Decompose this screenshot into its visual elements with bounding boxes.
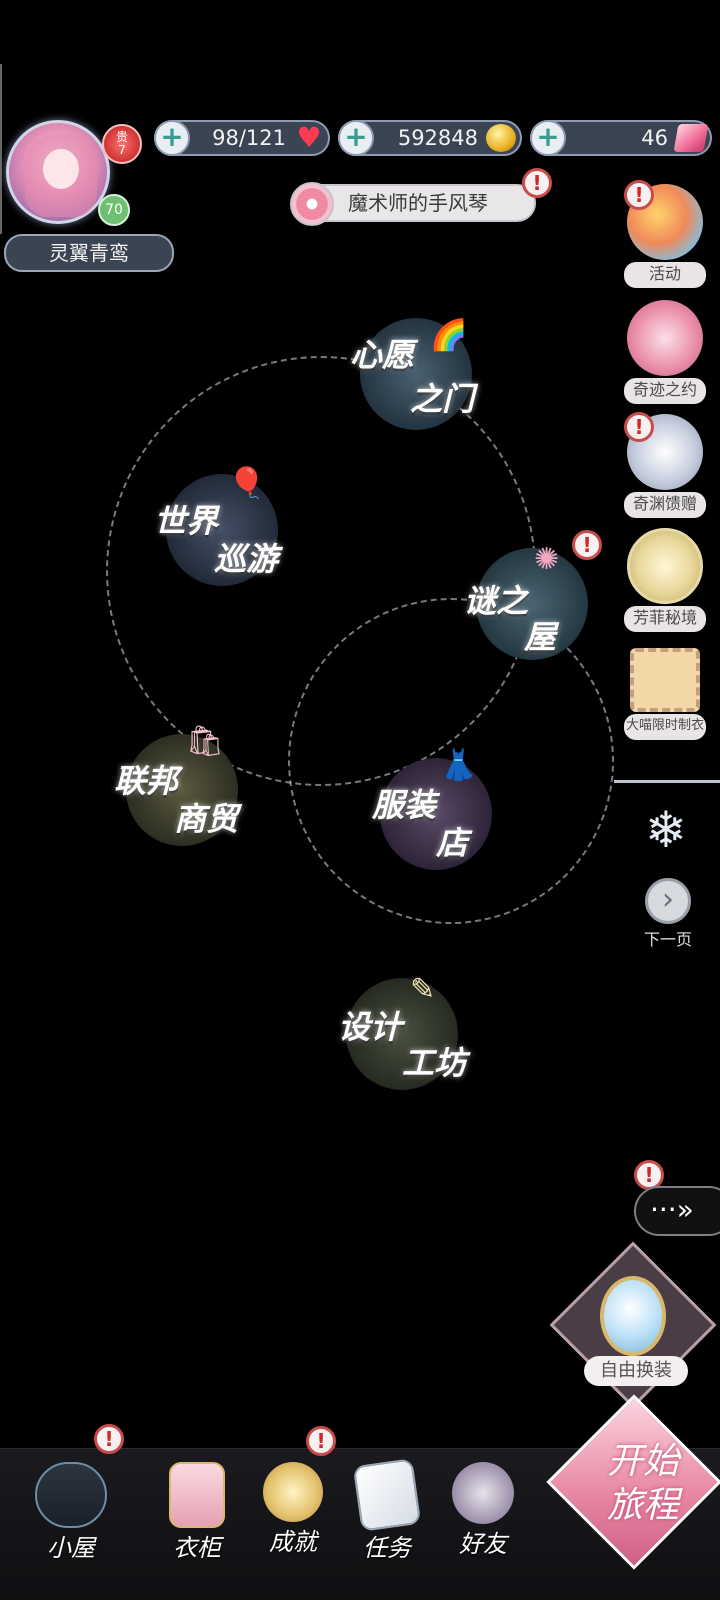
next-page-button[interactable]: › 下一页 [638, 878, 698, 950]
stamina-bar: + 98/121 ♥ [154, 120, 330, 156]
map-node-subtitle: 巡游 [214, 540, 279, 578]
vip-badge-level: 7 [118, 143, 126, 157]
bicycle-icon [35, 1462, 107, 1528]
add-stamina-button[interactable]: + [154, 120, 190, 156]
girl-portrait-icon [627, 300, 703, 376]
map-node-title: 联邦 [114, 762, 179, 800]
map-node-subtitle: 店 [436, 824, 469, 862]
music-player-bar[interactable]: 魔术师的手风琴 [290, 182, 536, 226]
song-title: 魔术师的手风琴 [348, 191, 488, 215]
map-node-mystery-house[interactable]: ✺ 谜之 屋 [464, 542, 588, 660]
cabin-alert-icon: ! [94, 1424, 124, 1454]
side-item-label: 活动 [624, 262, 706, 288]
map-node-title: 设计 [338, 1008, 403, 1046]
coins-value: 592848 [397, 126, 478, 150]
nav-item-label: 小屋 [47, 1534, 95, 1562]
dress-icon: 👗 [440, 748, 478, 783]
side-item-fragrant-realm[interactable]: 芳菲秘境 [622, 528, 708, 632]
next-page-label: 下一页 [643, 930, 692, 949]
nav-item-wardrobe[interactable]: 衣柜 [150, 1462, 244, 1563]
nav-item-label: 好友 [459, 1530, 507, 1558]
snowflake-icon: ❄ [645, 801, 687, 859]
side-item-label: 奇渊馈赠 [624, 492, 706, 518]
nav-item-label: 成就 [269, 1528, 317, 1556]
rainbow-icon: 🌈 [430, 318, 468, 353]
map-node-clothing-store[interactable]: 👗 服装 店 [372, 748, 492, 870]
map-node-title: 心愿 [350, 336, 415, 374]
wardrobe-icon [169, 1462, 225, 1528]
stamina-value: 98/121 [212, 126, 286, 150]
map-node-subtitle: 屋 [524, 618, 557, 656]
achievement-alert-icon: ! [306, 1426, 336, 1456]
butterfly-icon [627, 528, 703, 604]
medal-icon [263, 1462, 323, 1522]
map-node-design-workshop[interactable]: ✎ 设计 工坊 [338, 972, 466, 1090]
shopping-bag-icon: 🛍 [186, 724, 225, 759]
side-item-label: 大喵限时制衣 [624, 714, 706, 740]
add-diamonds-button[interactable]: + [530, 120, 566, 156]
friends-icon [452, 1462, 514, 1524]
start-journey-line1: 开始 [606, 1441, 679, 1482]
nav-item-achievement[interactable]: 成就 [246, 1462, 340, 1557]
abyss-gift-alert-icon: ! [624, 412, 654, 442]
coins-bar: + 592848 [338, 120, 522, 156]
player-level-badge: 70 [98, 194, 130, 226]
mystery-house-alert-icon: ! [572, 530, 602, 560]
vip-badge[interactable]: 贵 7 [102, 124, 142, 164]
sketch-card-icon: ✎ [410, 972, 436, 1007]
map-node-subtitle: 工坊 [402, 1044, 467, 1082]
heart-icon: ♥ [296, 121, 322, 154]
nav-item-label: 任务 [363, 1534, 411, 1562]
song-alert-icon: ! [522, 168, 552, 198]
side-item-label: 芳菲秘境 [624, 606, 706, 632]
map-node-title: 谜之 [464, 582, 529, 620]
mirror-icon[interactable] [600, 1276, 666, 1356]
winged-clock-icon: ✺ [534, 542, 560, 577]
map-node-wish-gate[interactable]: 🌈 心愿 之门 [350, 318, 475, 430]
cat-stamp-icon [630, 648, 700, 712]
diamond-icon [673, 124, 709, 152]
side-menu-divider [614, 780, 720, 783]
map-node-federation-trade[interactable]: 🛍 联邦 商贸 [114, 724, 239, 846]
music-disc-icon [290, 182, 334, 226]
diamonds-value: 46 [641, 126, 668, 150]
side-item-miracle-pact[interactable]: 奇迹之约 [622, 300, 708, 404]
free-dress-button[interactable]: 自由换装 [584, 1356, 688, 1386]
start-journey-button[interactable]: 开始 旅程 [578, 1440, 708, 1528]
nav-item-label: 衣柜 [173, 1534, 221, 1562]
add-coins-button[interactable]: + [338, 120, 374, 156]
side-item-cat-tailoring[interactable]: 大喵限时制衣 [622, 648, 708, 740]
nav-item-cabin[interactable]: 小屋 [24, 1462, 118, 1563]
start-journey-line2: 旅程 [606, 1485, 679, 1526]
diamonds-bar: + 46 [530, 120, 712, 156]
expand-more-button[interactable]: ···» [634, 1186, 720, 1236]
activity-alert-icon: ! [624, 180, 654, 210]
hot-air-balloon-icon: 🎈 [228, 466, 266, 501]
screen-edge-decoration [0, 64, 10, 234]
task-book-icon [352, 1458, 422, 1532]
map-node-world-tour[interactable]: 🎈 世界 巡游 [154, 466, 279, 586]
side-item-label: 奇迹之约 [624, 378, 706, 404]
map-node-subtitle: 之门 [410, 380, 475, 418]
map-node-title: 服装 [372, 786, 437, 824]
avatar-face [43, 149, 79, 189]
player-avatar[interactable] [6, 120, 110, 224]
player-name[interactable]: 灵翼青鸾 [4, 234, 174, 272]
map-node-subtitle: 商贸 [174, 800, 239, 838]
chevron-right-icon: › [645, 878, 691, 924]
nav-item-tasks[interactable]: 任务 [340, 1458, 434, 1563]
nav-item-friends[interactable]: 好友 [436, 1462, 530, 1559]
coin-icon [486, 124, 516, 152]
map-node-title: 世界 [154, 502, 219, 540]
